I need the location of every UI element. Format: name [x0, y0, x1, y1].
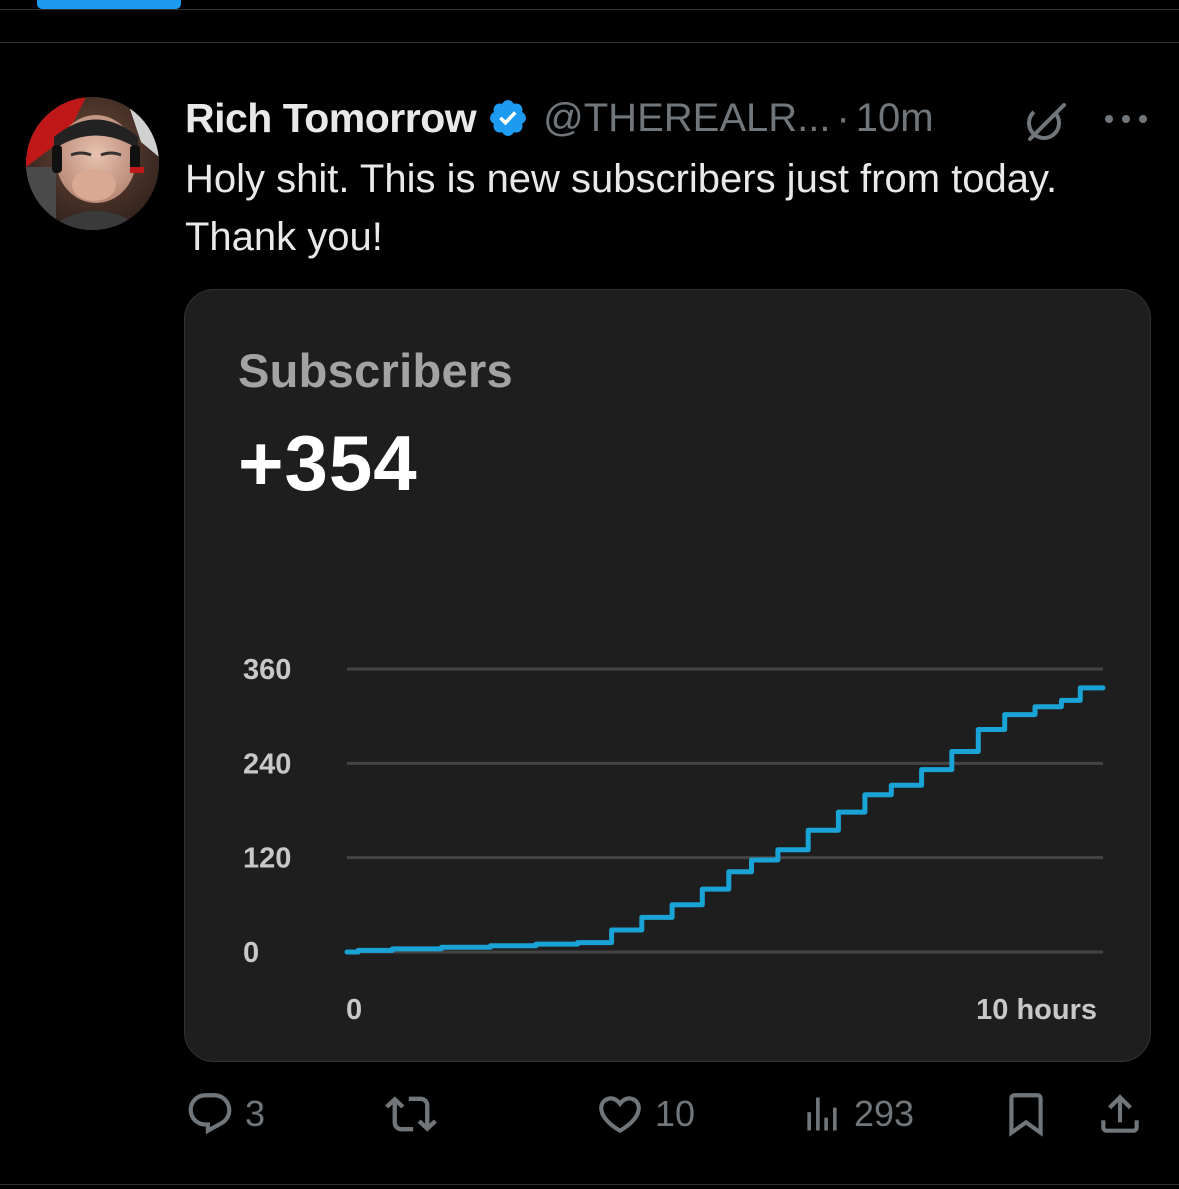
bookmark-icon [1009, 1093, 1043, 1137]
share-button[interactable] [1095, 1086, 1145, 1142]
avatar-image [26, 97, 159, 230]
divider [0, 9, 1179, 10]
media-card[interactable]: Subscribers +354 0 120 240 360 0 10 hours [184, 289, 1151, 1062]
bookmark-button[interactable] [1001, 1086, 1051, 1142]
views-button[interactable]: 293 [800, 1086, 914, 1142]
post-timestamp[interactable]: 10m [856, 96, 934, 141]
divider [0, 42, 1179, 43]
x-tick-label: 0 [346, 994, 362, 1026]
y-tick-label: 0 [243, 937, 259, 969]
subscribers-chart: 0 120 240 360 0 10 hours [243, 654, 1106, 1026]
reply-button[interactable]: 3 [185, 1086, 265, 1142]
more-icon[interactable] [1102, 106, 1150, 132]
series-line [344, 685, 1106, 955]
action-bar: 3 10 293 [185, 1086, 1149, 1142]
y-tick-label: 120 [243, 843, 291, 875]
post-text: Holy shit. This is new subscribers just … [185, 157, 1058, 259]
avatar[interactable] [26, 97, 159, 230]
like-button[interactable]: 10 [595, 1086, 695, 1142]
post-header: Rich Tomorrow @THEREALR... · 10m [185, 92, 1145, 144]
tab-indicator [37, 0, 181, 9]
verified-badge-icon [487, 97, 529, 139]
views-count: 293 [854, 1093, 915, 1134]
reply-icon [188, 1093, 232, 1135]
repost-button[interactable] [385, 1086, 437, 1142]
repost-icon [385, 1096, 437, 1132]
grok-icon[interactable] [1022, 98, 1070, 146]
divider [0, 1184, 1179, 1185]
heart-icon [599, 1096, 641, 1134]
author-handle[interactable]: @THEREALR... [543, 96, 830, 141]
author-name[interactable]: Rich Tomorrow [185, 95, 477, 142]
x-tick-label: 10 hours [976, 994, 1097, 1026]
like-count: 10 [655, 1093, 696, 1134]
share-icon [1101, 1094, 1139, 1133]
views-icon [807, 1097, 837, 1131]
reply-count: 3 [245, 1093, 266, 1134]
y-tick-label: 240 [243, 748, 291, 780]
y-tick-label: 360 [243, 654, 291, 686]
separator-dot: · [836, 95, 850, 140]
